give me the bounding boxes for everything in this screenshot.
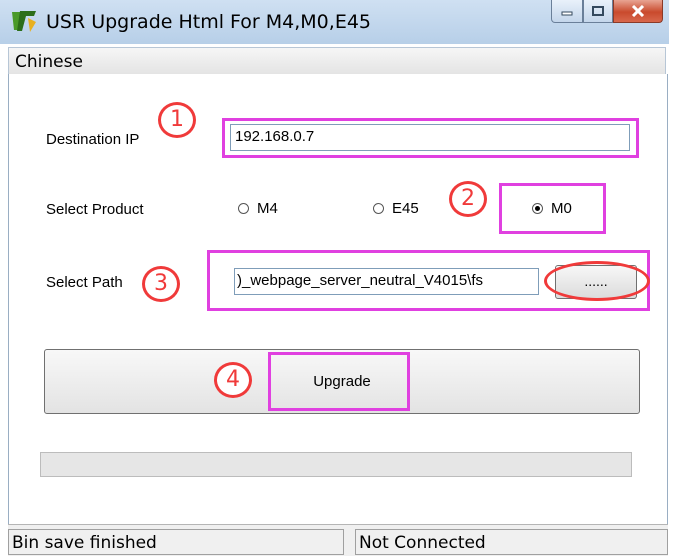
title-bar[interactable]: USR Upgrade Html For M4,M0,E45: [0, 0, 669, 44]
marker-3: 3: [142, 266, 180, 302]
path-input[interactable]: )_webpage_server_neutral_V4015\fs: [234, 268, 539, 295]
menu-bar: Chinese: [8, 47, 666, 75]
destination-ip-input[interactable]: 192.168.0.7: [230, 124, 630, 151]
menu-item-chinese[interactable]: Chinese: [15, 52, 83, 72]
marker-2: 2: [449, 181, 487, 217]
maximize-button[interactable]: [583, 0, 613, 23]
radio-m0-label: M0: [551, 200, 572, 217]
close-button[interactable]: [613, 0, 663, 23]
window-title: USR Upgrade Html For M4,M0,E45: [46, 11, 371, 33]
upgrade-button[interactable]: Upgrade: [44, 349, 640, 414]
radio-m4-circle: [238, 203, 249, 214]
select-product-label: Select Product: [46, 201, 144, 218]
status-message: Bin save finished: [8, 529, 344, 555]
progress-bar: [40, 452, 632, 477]
radio-m0[interactable]: M0: [532, 200, 572, 217]
minimize-button[interactable]: [551, 0, 583, 23]
destination-ip-label: Destination IP: [46, 131, 140, 148]
highlight-browse-oval: [544, 261, 650, 301]
radio-e45[interactable]: E45: [373, 200, 419, 217]
radio-m4[interactable]: M4: [238, 200, 278, 217]
radio-m4-label: M4: [257, 200, 278, 217]
status-bar: Bin save finished Not Connected: [8, 524, 668, 556]
radio-m0-circle: [532, 203, 543, 214]
connection-status: Not Connected: [355, 529, 668, 555]
radio-e45-circle: [373, 203, 384, 214]
window-controls: [551, 0, 663, 24]
close-icon: [631, 5, 645, 17]
marker-1: 1: [158, 102, 196, 138]
radio-e45-label: E45: [392, 200, 419, 217]
minimize-icon: [561, 11, 573, 16]
select-path-label: Select Path: [46, 274, 123, 291]
marker-4: 4: [214, 362, 252, 398]
maximize-icon: [592, 6, 604, 16]
app-logo-icon: [12, 11, 36, 32]
